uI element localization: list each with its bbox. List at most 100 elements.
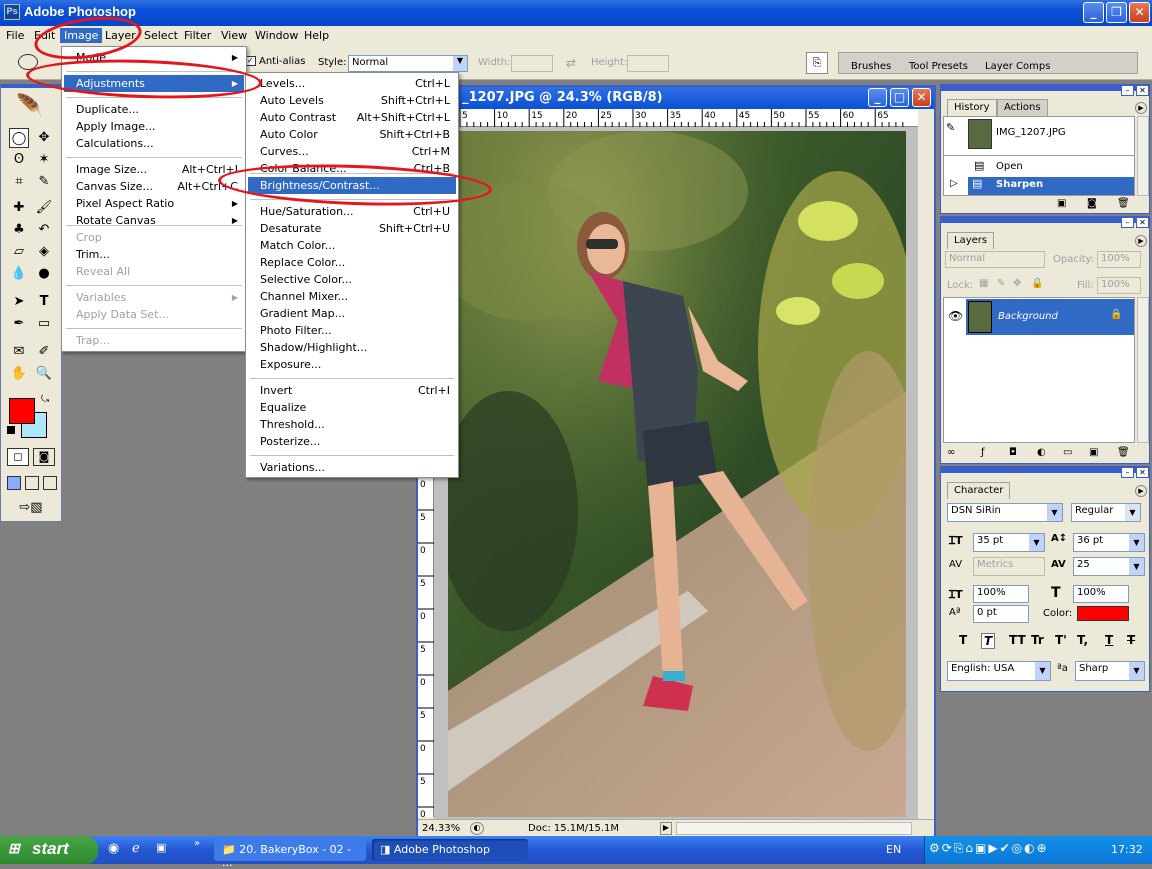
adjustments-item-invert[interactable]: Invert Ctrl+I [248, 382, 456, 399]
style-select[interactable]: Normal ▼ [348, 55, 468, 72]
magic-wand-icon[interactable]: ✶ [34, 150, 54, 170]
zoom-level[interactable]: 24.33% [422, 823, 460, 834]
tab-history[interactable]: History [947, 99, 997, 116]
image-menu-item-image-size[interactable]: Image Size... Alt+Ctrl+I [64, 161, 244, 178]
adjustments-item-hue-saturation[interactable]: Hue/Saturation... Ctrl+U [248, 203, 456, 220]
panel-close-icon[interactable]: ✕ [1136, 467, 1149, 478]
marquee-tool-icon[interactable]: ◯ [9, 128, 29, 148]
menu-view[interactable]: View [217, 28, 251, 43]
trash-icon[interactable]: 🗑 [1117, 447, 1130, 458]
dodge-tool-icon[interactable]: ● [34, 264, 54, 284]
notes-tool-icon[interactable]: ✉ [9, 342, 29, 362]
menu-filter[interactable]: Filter [180, 28, 215, 43]
layer-style-icon[interactable]: ƒ [981, 447, 985, 458]
horizontal-scale-input[interactable]: 100% [1073, 585, 1129, 603]
vertical-scale-input[interactable]: 100% [973, 585, 1029, 603]
baseline-shift-input[interactable]: 0 pt [973, 605, 1029, 623]
swap-colors-icon[interactable]: ⤿ [41, 394, 49, 405]
adjustment-layer-icon[interactable]: ◐ [1037, 447, 1046, 458]
horizontal-scrollbar[interactable] [676, 822, 912, 835]
crop-tool-icon[interactable]: ⌗ [9, 172, 29, 192]
menu-window[interactable]: Window [251, 28, 302, 43]
lock-transparency-icon[interactable]: ▦ [979, 278, 988, 289]
adjustments-item-threshold[interactable]: Threshold... [248, 416, 456, 433]
image-menu-item-trim[interactable]: Trim... [64, 246, 244, 263]
image-menu-item-pixel-aspect-ratio[interactable]: Pixel Aspect Ratio ▶ [64, 195, 244, 212]
start-button[interactable]: ⊞ start [0, 836, 98, 864]
tab-tool-presets[interactable]: Tool Presets [909, 61, 968, 72]
healing-brush-icon[interactable]: ✚ [9, 198, 29, 218]
doc-maximize-button[interactable]: □ [890, 88, 909, 107]
internet-explorer-icon[interactable]: ℯ [132, 841, 140, 856]
font-family-select[interactable]: DSN SiRin ▼ [947, 503, 1063, 522]
tracking-select[interactable]: 25 ▼ [1073, 557, 1145, 576]
leading-select[interactable]: 36 pt ▼ [1073, 533, 1145, 552]
history-brush-icon[interactable]: ↶ [34, 220, 54, 240]
brush-tool-icon[interactable]: 🖌 [34, 198, 54, 218]
stamp-tool-icon[interactable]: ♣ [9, 220, 29, 240]
jump-to-imageready-icon[interactable]: ⇨▧ [9, 500, 53, 518]
antialias-checkbox[interactable]: ✓ [246, 56, 256, 66]
status-menu-icon[interactable]: ◐ [470, 822, 484, 835]
doc-minimize-button[interactable]: _ [868, 88, 887, 107]
pen-tool-icon[interactable]: ✒ [9, 314, 29, 334]
adjustments-item-exposure[interactable]: Exposure... [248, 356, 456, 373]
slice-tool-icon[interactable]: ✎ [34, 172, 54, 192]
kerning-select[interactable]: Metrics [973, 557, 1045, 576]
adjustments-item-curves[interactable]: Curves... Ctrl+M [248, 143, 456, 160]
shape-tool-icon[interactable]: ▭ [34, 314, 54, 334]
text-style-button-6[interactable]: T [1105, 633, 1113, 647]
photo-canvas[interactable] [448, 131, 906, 817]
font-size-select[interactable]: 35 pt ▼ [973, 533, 1045, 552]
layers-scrollbar[interactable] [1137, 297, 1149, 443]
adjustments-item-equalize[interactable]: Equalize [248, 399, 456, 416]
opacity-input[interactable]: 100% [1097, 251, 1141, 268]
trash-icon[interactable]: 🗑 [1117, 198, 1130, 209]
antialias-select[interactable]: Sharp ▼ [1075, 661, 1145, 681]
panel-menu-icon[interactable]: ▶ [1135, 102, 1147, 114]
layer-group-icon[interactable]: ▭ [1063, 447, 1072, 458]
minimize-button[interactable]: _ [1083, 2, 1104, 23]
image-menu-item-rotate-canvas[interactable]: Rotate Canvas ▶ [64, 212, 244, 229]
adjustments-item-posterize[interactable]: Posterize... [248, 433, 456, 450]
snapshot-icon[interactable]: ◙ [1087, 198, 1097, 209]
lock-all-icon[interactable]: 🔒 [1031, 278, 1043, 289]
quicklaunch-app-icon[interactable]: ▣ [156, 841, 166, 854]
standard-mode-icon[interactable]: ◻ [7, 448, 29, 466]
image-menu-item-apply-image[interactable]: Apply Image... [64, 118, 244, 135]
eraser-tool-icon[interactable]: ▱ [9, 242, 29, 262]
taskbar-button-bakerybox[interactable]: 📁 20. BakeryBox - 02 - ... [214, 839, 366, 869]
quick-mask-icon[interactable]: ◙ [33, 448, 55, 466]
adjustments-item-variations[interactable]: Variations... [248, 459, 456, 476]
adjustments-item-gradient-map[interactable]: Gradient Map... [248, 305, 456, 322]
eyedropper-icon[interactable]: ✐ [34, 342, 54, 362]
adjustments-item-desaturate[interactable]: Desaturate Shift+Ctrl+U [248, 220, 456, 237]
adjustments-item-auto-contrast[interactable]: Auto Contrast Alt+Shift+Ctrl+L [248, 109, 456, 126]
panel-menu-icon[interactable]: ▶ [1135, 235, 1147, 247]
link-icon[interactable]: ∞ [947, 447, 955, 458]
text-style-button-0[interactable]: T [959, 633, 967, 647]
image-menu-item-calculations[interactable]: Calculations... [64, 135, 244, 152]
font-style-select[interactable]: Regular ▼ [1071, 503, 1141, 522]
text-style-button-2[interactable]: TT [1009, 633, 1026, 647]
layer-mask-icon[interactable]: ◘ [1009, 447, 1017, 458]
new-layer-icon[interactable]: ▣ [1089, 447, 1098, 458]
image-menu-item-canvas-size[interactable]: Canvas Size... Alt+Ctrl+C [64, 178, 244, 195]
history-step-open[interactable]: ▤ Open [946, 159, 1134, 177]
tab-character[interactable]: Character [947, 482, 1011, 499]
history-scrollbar[interactable] [1137, 116, 1149, 196]
snapshot-thumbnail[interactable] [968, 119, 992, 149]
eye-icon[interactable]: 👁 [948, 309, 963, 323]
menu-select[interactable]: Select [140, 28, 182, 43]
foreground-color-swatch[interactable] [9, 398, 35, 424]
restore-button[interactable]: ❐ [1106, 2, 1127, 23]
status-arrow-icon[interactable]: ▶ [660, 822, 672, 835]
language-select[interactable]: English: USA ▼ [947, 661, 1051, 681]
layer-row-background[interactable]: 👁 Background 🔒 [944, 298, 1134, 336]
adjustments-item-levels[interactable]: Levels... Ctrl+L [248, 75, 456, 92]
menu-help[interactable]: Help [300, 28, 333, 43]
paint-bucket-icon[interactable]: ◈ [34, 242, 54, 262]
adjustments-item-match-color[interactable]: Match Color... [248, 237, 456, 254]
height-input[interactable] [627, 55, 669, 72]
type-tool-icon[interactable]: T [34, 292, 54, 312]
